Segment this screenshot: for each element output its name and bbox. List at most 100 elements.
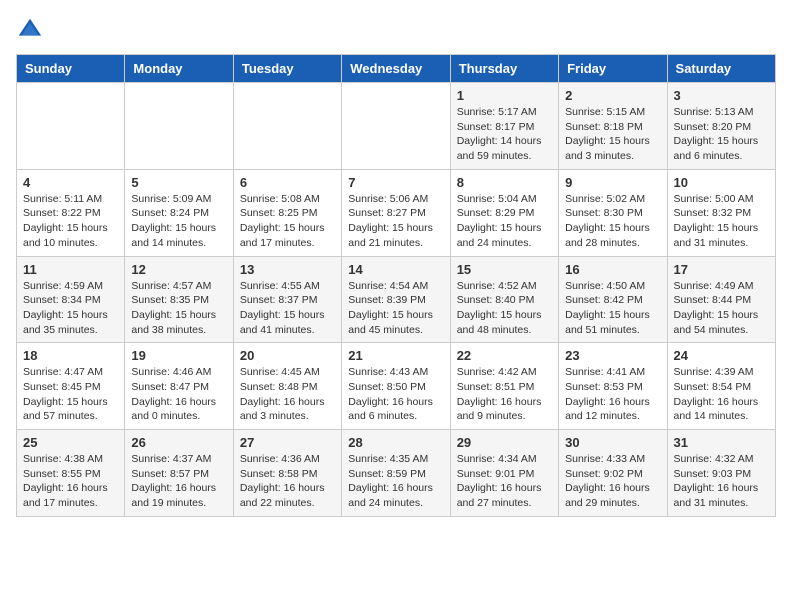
- day-number: 1: [457, 88, 552, 103]
- day-number: 12: [131, 262, 226, 277]
- calendar-week-row: 25Sunrise: 4:38 AM Sunset: 8:55 PM Dayli…: [17, 430, 776, 517]
- day-number: 10: [674, 175, 769, 190]
- day-number: 9: [565, 175, 660, 190]
- day-info: Sunrise: 4:43 AM Sunset: 8:50 PM Dayligh…: [348, 365, 443, 424]
- calendar-day-cell: 3 Sunrise: 5:13 AM Sunset: 8:20 PM Daylig…: [667, 83, 775, 170]
- day-of-week-header: Sunday: [17, 55, 125, 83]
- calendar-day-cell: 26Sunrise: 4:37 AM Sunset: 8:57 PM Dayli…: [125, 430, 233, 517]
- day-info: Sunrise: 5:15 AM Sunset: 8:18 PM Dayligh…: [565, 105, 660, 164]
- day-number: 7: [348, 175, 443, 190]
- day-info: Sunrise: 5:04 AM Sunset: 8:29 PM Dayligh…: [457, 192, 552, 251]
- day-of-week-header: Thursday: [450, 55, 558, 83]
- calendar-day-cell: 24Sunrise: 4:39 AM Sunset: 8:54 PM Dayli…: [667, 343, 775, 430]
- day-number: 23: [565, 348, 660, 363]
- day-info: Sunrise: 4:59 AM Sunset: 8:34 PM Dayligh…: [23, 279, 118, 338]
- day-info: Sunrise: 4:57 AM Sunset: 8:35 PM Dayligh…: [131, 279, 226, 338]
- day-info: Sunrise: 4:45 AM Sunset: 8:48 PM Dayligh…: [240, 365, 335, 424]
- calendar-day-cell: [17, 83, 125, 170]
- day-number: 25: [23, 435, 118, 450]
- page-header: [16, 16, 776, 44]
- day-of-week-header: Wednesday: [342, 55, 450, 83]
- logo: [16, 16, 48, 44]
- day-info: Sunrise: 4:55 AM Sunset: 8:37 PM Dayligh…: [240, 279, 335, 338]
- day-number: 18: [23, 348, 118, 363]
- day-info: Sunrise: 4:41 AM Sunset: 8:53 PM Dayligh…: [565, 365, 660, 424]
- day-info: Sunrise: 4:54 AM Sunset: 8:39 PM Dayligh…: [348, 279, 443, 338]
- day-of-week-header: Saturday: [667, 55, 775, 83]
- day-info: Sunrise: 4:49 AM Sunset: 8:44 PM Dayligh…: [674, 279, 769, 338]
- calendar-day-cell: 22 Sunrise: 4:42 AM Sunset: 8:51 PM Dayli…: [450, 343, 558, 430]
- day-number: 2: [565, 88, 660, 103]
- calendar-day-cell: 28 Sunrise: 4:35 AM Sunset: 8:59 PM Dayli…: [342, 430, 450, 517]
- day-number: 14: [348, 262, 443, 277]
- calendar-week-row: 4Sunrise: 5:11 AM Sunset: 8:22 PM Daylig…: [17, 169, 776, 256]
- calendar-day-cell: 14 Sunrise: 4:54 AM Sunset: 8:39 PM Dayli…: [342, 256, 450, 343]
- calendar-day-cell: 30 Sunrise: 4:33 AM Sunset: 9:02 PM Dayli…: [559, 430, 667, 517]
- day-info: Sunrise: 5:06 AM Sunset: 8:27 PM Dayligh…: [348, 192, 443, 251]
- day-number: 15: [457, 262, 552, 277]
- calendar-day-cell: 19 Sunrise: 4:46 AM Sunset: 8:47 PM Dayli…: [125, 343, 233, 430]
- calendar-day-cell: 10 Sunrise: 5:00 AM Sunset: 8:32 PM Dayli…: [667, 169, 775, 256]
- day-number: 20: [240, 348, 335, 363]
- calendar-day-cell: 13Sunrise: 4:55 AM Sunset: 8:37 PM Dayli…: [233, 256, 341, 343]
- calendar-day-cell: 15 Sunrise: 4:52 AM Sunset: 8:40 PM Dayli…: [450, 256, 558, 343]
- calendar-day-cell: 9 Sunrise: 5:02 AM Sunset: 8:30 PM Daylig…: [559, 169, 667, 256]
- logo-icon: [16, 16, 44, 44]
- day-info: Sunrise: 4:42 AM Sunset: 8:51 PM Dayligh…: [457, 365, 552, 424]
- day-number: 8: [457, 175, 552, 190]
- calendar-day-cell: 12 Sunrise: 4:57 AM Sunset: 8:35 PM Dayli…: [125, 256, 233, 343]
- day-of-week-header: Friday: [559, 55, 667, 83]
- calendar-day-cell: 21 Sunrise: 4:43 AM Sunset: 8:50 PM Dayli…: [342, 343, 450, 430]
- day-info: Sunrise: 5:17 AM Sunset: 8:17 PM Dayligh…: [457, 105, 552, 164]
- day-number: 28: [348, 435, 443, 450]
- day-number: 26: [131, 435, 226, 450]
- day-info: Sunrise: 4:33 AM Sunset: 9:02 PM Dayligh…: [565, 452, 660, 511]
- day-info: Sunrise: 4:47 AM Sunset: 8:45 PM Dayligh…: [23, 365, 118, 424]
- day-number: 19: [131, 348, 226, 363]
- day-number: 3: [674, 88, 769, 103]
- day-info: Sunrise: 4:35 AM Sunset: 8:59 PM Dayligh…: [348, 452, 443, 511]
- day-number: 31: [674, 435, 769, 450]
- day-number: 27: [240, 435, 335, 450]
- day-number: 30: [565, 435, 660, 450]
- calendar-table: SundayMondayTuesdayWednesdayThursdayFrid…: [16, 54, 776, 517]
- day-info: Sunrise: 5:13 AM Sunset: 8:20 PM Dayligh…: [674, 105, 769, 164]
- day-info: Sunrise: 5:09 AM Sunset: 8:24 PM Dayligh…: [131, 192, 226, 251]
- calendar-day-cell: 11Sunrise: 4:59 AM Sunset: 8:34 PM Dayli…: [17, 256, 125, 343]
- day-info: Sunrise: 4:39 AM Sunset: 8:54 PM Dayligh…: [674, 365, 769, 424]
- day-info: Sunrise: 5:02 AM Sunset: 8:30 PM Dayligh…: [565, 192, 660, 251]
- calendar-day-cell: 25Sunrise: 4:38 AM Sunset: 8:55 PM Dayli…: [17, 430, 125, 517]
- calendar-day-cell: 7 Sunrise: 5:06 AM Sunset: 8:27 PM Daylig…: [342, 169, 450, 256]
- day-of-week-header: Monday: [125, 55, 233, 83]
- day-number: 22: [457, 348, 552, 363]
- calendar-day-cell: 6 Sunrise: 5:08 AM Sunset: 8:25 PM Daylig…: [233, 169, 341, 256]
- calendar-day-cell: 8 Sunrise: 5:04 AM Sunset: 8:29 PM Daylig…: [450, 169, 558, 256]
- day-info: Sunrise: 4:50 AM Sunset: 8:42 PM Dayligh…: [565, 279, 660, 338]
- calendar-week-row: 11Sunrise: 4:59 AM Sunset: 8:34 PM Dayli…: [17, 256, 776, 343]
- calendar-day-cell: 18 Sunrise: 4:47 AM Sunset: 8:45 PM Dayli…: [17, 343, 125, 430]
- day-number: 16: [565, 262, 660, 277]
- day-info: Sunrise: 4:46 AM Sunset: 8:47 PM Dayligh…: [131, 365, 226, 424]
- calendar-day-cell: 27 Sunrise: 4:36 AM Sunset: 8:58 PM Dayli…: [233, 430, 341, 517]
- day-number: 6: [240, 175, 335, 190]
- day-number: 29: [457, 435, 552, 450]
- day-info: Sunrise: 4:52 AM Sunset: 8:40 PM Dayligh…: [457, 279, 552, 338]
- calendar-day-cell: 5 Sunrise: 5:09 AM Sunset: 8:24 PM Daylig…: [125, 169, 233, 256]
- day-info: Sunrise: 4:36 AM Sunset: 8:58 PM Dayligh…: [240, 452, 335, 511]
- calendar-header-row: SundayMondayTuesdayWednesdayThursdayFrid…: [17, 55, 776, 83]
- day-number: 21: [348, 348, 443, 363]
- calendar-day-cell: 16 Sunrise: 4:50 AM Sunset: 8:42 PM Dayli…: [559, 256, 667, 343]
- day-number: 17: [674, 262, 769, 277]
- calendar-day-cell: [342, 83, 450, 170]
- day-info: Sunrise: 5:11 AM Sunset: 8:22 PM Dayligh…: [23, 192, 118, 251]
- day-number: 5: [131, 175, 226, 190]
- calendar-day-cell: 4Sunrise: 5:11 AM Sunset: 8:22 PM Daylig…: [17, 169, 125, 256]
- day-info: Sunrise: 5:08 AM Sunset: 8:25 PM Dayligh…: [240, 192, 335, 251]
- day-info: Sunrise: 5:00 AM Sunset: 8:32 PM Dayligh…: [674, 192, 769, 251]
- calendar-day-cell: 31Sunrise: 4:32 AM Sunset: 9:03 PM Dayli…: [667, 430, 775, 517]
- day-info: Sunrise: 4:34 AM Sunset: 9:01 PM Dayligh…: [457, 452, 552, 511]
- calendar-day-cell: [125, 83, 233, 170]
- day-of-week-header: Tuesday: [233, 55, 341, 83]
- calendar-day-cell: 17 Sunrise: 4:49 AM Sunset: 8:44 PM Dayli…: [667, 256, 775, 343]
- calendar-week-row: 18 Sunrise: 4:47 AM Sunset: 8:45 PM Dayli…: [17, 343, 776, 430]
